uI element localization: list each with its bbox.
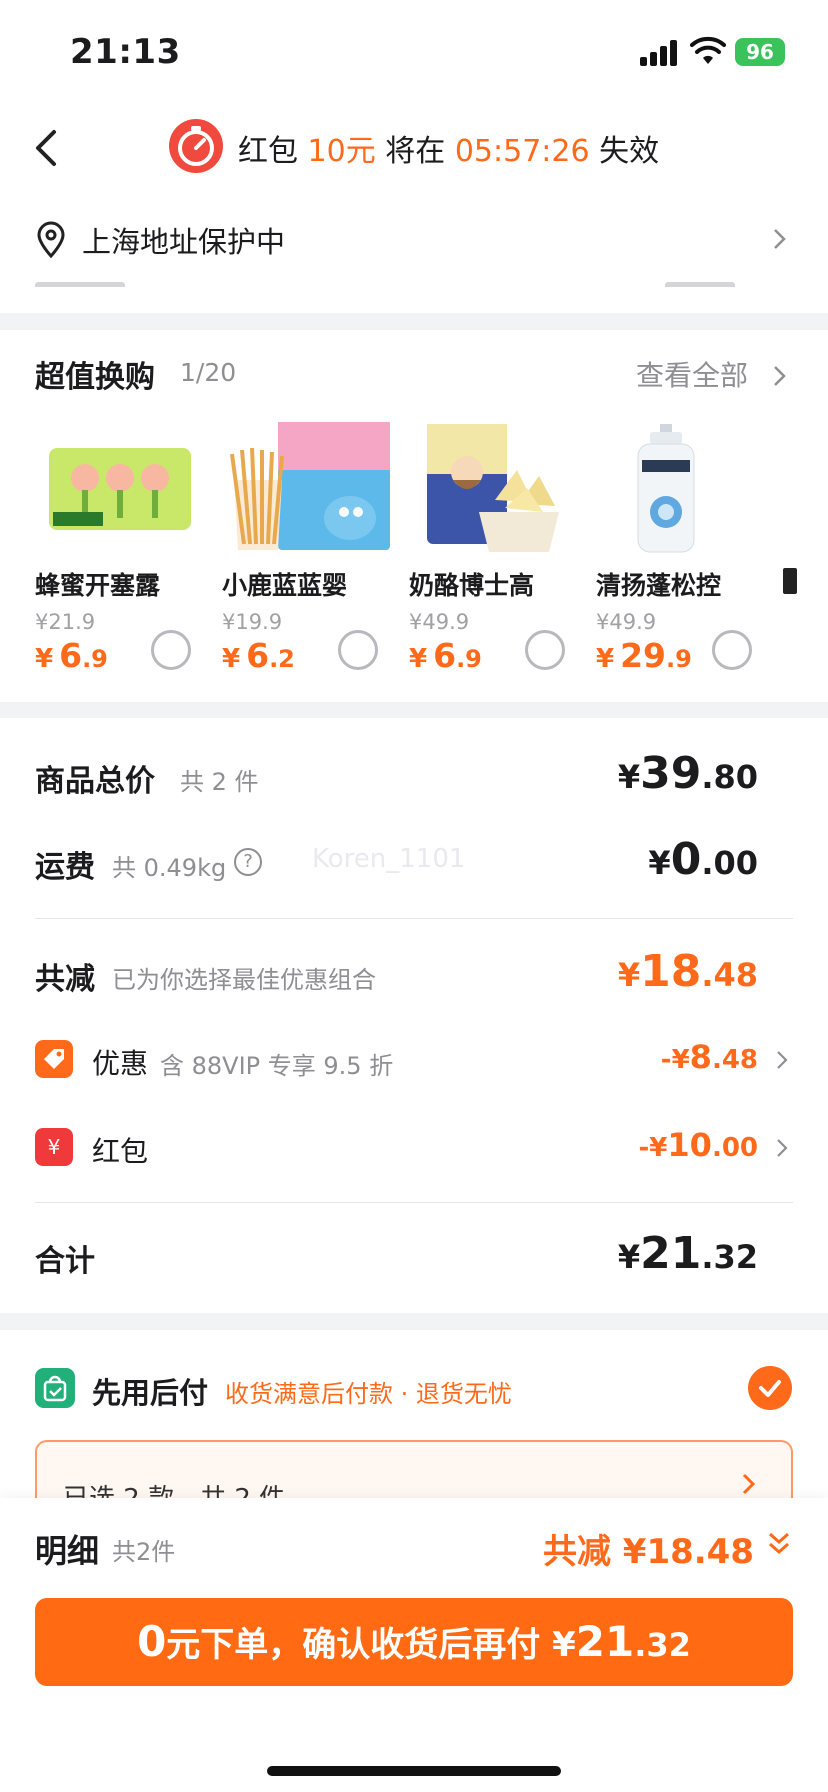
product-select-radio[interactable] <box>151 630 191 670</box>
total-label: 商品总价 <box>35 764 155 799</box>
product-original-price: ¥19.9 <box>222 610 283 634</box>
pay-later-title: 先用后付 <box>92 1376 209 1410</box>
redpacket-amount[interactable]: -¥10.00 <box>639 1126 758 1164</box>
address-row[interactable]: 上海地址保护中 <box>0 195 828 313</box>
timer-icon <box>169 119 223 173</box>
pay-later-section: 先用后付 收货满意后付款 · 退货无忧 已选 2 款，共 2 件 <box>0 1330 828 1510</box>
countdown-mid: 将在 <box>385 134 446 169</box>
bottom-checkout-bar: 明细 共2件 共减 ¥18.48 0元下单，确认收货后再付 ¥21.32 <box>0 1498 828 1792</box>
double-chevron-down-icon[interactable] <box>766 1528 792 1560</box>
divider <box>35 1202 793 1203</box>
exchange-count: 1/20 <box>180 358 237 387</box>
product-card[interactable]: 蜂蜜开塞露 ¥21.9 ¥6.9 <box>35 420 215 680</box>
detail-count: 共2件 <box>112 1538 176 1566</box>
help-icon[interactable]: ? <box>234 848 262 876</box>
total-count: 共 2 件 <box>180 768 259 796</box>
product-card-partial[interactable] <box>783 420 828 680</box>
product-original-price: ¥21.9 <box>35 610 96 634</box>
pay-later-note: 收货满意后付款 · 退货无忧 <box>225 1380 512 1408</box>
shipping-amount: ¥0.00 <box>648 834 758 885</box>
chevron-right-icon[interactable] <box>774 1048 790 1072</box>
redpacket-countdown: 红包 10元 将在 05:57:26 失效 <box>238 126 659 170</box>
nav-bar: 红包 10元 将在 05:57:26 失效 <box>0 100 828 195</box>
chevron-right-icon[interactable] <box>770 362 790 390</box>
product-name: 奶酪博士高 <box>409 571 535 600</box>
countdown-timer: 05:57:26 <box>454 134 590 169</box>
saved-amount: ¥18.48 <box>617 946 758 997</box>
chevron-right-icon <box>774 229 786 249</box>
chevron-right-icon <box>742 1473 756 1495</box>
product-name: 清扬蓬松控 <box>596 571 722 600</box>
discount-amount[interactable]: -¥8.48 <box>661 1038 758 1076</box>
product-name-clipped <box>783 568 797 594</box>
product-select-radio[interactable] <box>525 630 565 670</box>
price-summary: 商品总价 共 2 件 ¥39.80 运费 共 0.49kg ? Koren_11… <box>0 718 828 1313</box>
discount-label: 优惠 <box>92 1047 149 1080</box>
product-price: ¥29.9 <box>596 636 692 675</box>
checkmark-icon[interactable] <box>748 1366 792 1410</box>
saved-label: 共减 <box>35 962 95 997</box>
signal-icon <box>640 40 678 66</box>
product-image-biscuit <box>230 422 390 550</box>
location-pin-icon <box>37 221 65 259</box>
detail-saved-amount[interactable]: 共减 ¥18.48 <box>543 1524 754 1573</box>
product-price: ¥6.2 <box>222 636 295 675</box>
product-image-shampoo <box>637 424 695 553</box>
product-card[interactable]: 小鹿蓝蓝婴 ¥19.9 ¥6.2 <box>222 420 402 680</box>
product-image-honey <box>49 448 191 530</box>
product-name: 小鹿蓝蓝婴 <box>222 571 348 600</box>
grand-total-label: 合计 <box>35 1244 95 1279</box>
product-price: ¥6.9 <box>35 636 108 675</box>
shipping-label: 运费 <box>35 850 95 885</box>
status-bar: 21:13 96 <box>0 0 828 100</box>
back-icon[interactable] <box>28 126 68 170</box>
red-packet-icon: ¥ <box>35 1128 73 1166</box>
product-card[interactable]: 清扬蓬松控 ¥49.9 ¥29.9 <box>596 420 776 680</box>
wifi-icon <box>690 36 726 64</box>
chevron-right-icon[interactable] <box>774 1136 790 1160</box>
grand-total-amount: ¥21.32 <box>617 1228 758 1279</box>
exchange-title: 超值换购 <box>35 360 155 395</box>
divider <box>35 918 793 919</box>
coupon-tag-icon <box>35 1040 73 1078</box>
product-select-radio[interactable] <box>712 630 752 670</box>
detail-label[interactable]: 明细 <box>35 1526 99 1572</box>
battery-icon: 96 <box>735 38 785 66</box>
product-original-price: ¥49.9 <box>596 610 657 634</box>
view-all-link[interactable]: 查看全部 <box>636 354 748 394</box>
product-select-radio[interactable] <box>338 630 378 670</box>
shopping-bag-check-icon <box>35 1368 75 1408</box>
place-order-button[interactable]: 0元下单，确认收货后再付 ¥21.32 <box>35 1598 793 1686</box>
redpacket-amount: 10元 <box>307 134 376 169</box>
redpacket-label: 红包 <box>92 1135 149 1168</box>
status-time: 21:13 <box>70 32 181 72</box>
watermark: Koren_1101 <box>312 844 466 874</box>
product-list: 蜂蜜开塞露 ¥21.9 ¥6.9 小鹿蓝蓝婴 ¥19.9 ¥ 6.2 奶酪博士高… <box>0 420 828 680</box>
product-original-price: ¥49.9 <box>409 610 470 634</box>
saved-note: 已为你选择最佳优惠组合 <box>112 966 376 994</box>
address-detail-clipped <box>35 275 775 287</box>
countdown-prefix: 红包 <box>238 134 298 169</box>
countdown-suffix: 失效 <box>599 134 660 169</box>
product-price: ¥6.9 <box>409 636 482 675</box>
discount-note: 含 88VIP 专享 9.5 折 <box>160 1052 394 1080</box>
exchange-section: 超值换购 1/20 查看全部 蜂蜜开塞露 ¥21.9 ¥6.9 小鹿蓝蓝婴 ¥1… <box>0 330 828 702</box>
product-image-cheese <box>427 424 559 552</box>
product-card[interactable]: 奶酪博士高 ¥49.9 ¥6.9 <box>409 420 589 680</box>
home-indicator <box>267 1766 561 1776</box>
total-amount: ¥39.80 <box>617 748 758 799</box>
shipping-weight: 共 0.49kg <box>112 854 227 882</box>
address-text: 上海地址保护中 <box>82 225 286 259</box>
product-name: 蜂蜜开塞露 <box>35 571 161 600</box>
